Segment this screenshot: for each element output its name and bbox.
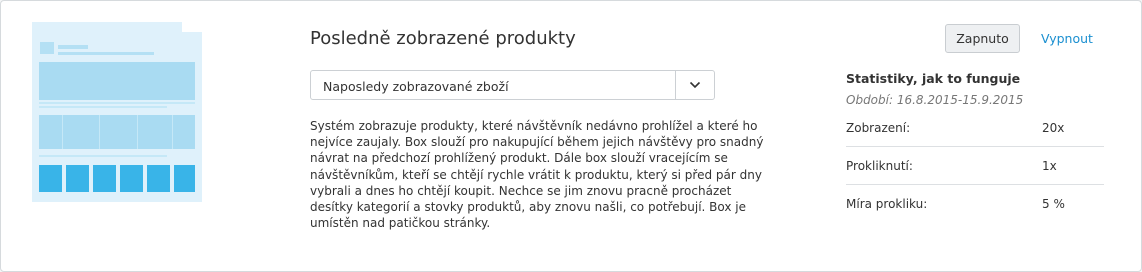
stat-label: Prokliknutí: [846,159,913,173]
page-layout-illustration [32,22,202,202]
box-title: Posledně zobrazené produkty [310,28,576,49]
chevron-down-icon [689,81,701,89]
stat-value: 20x [1042,121,1065,135]
stat-row-clicks: Prokliknutí: 1x [846,149,1104,185]
stat-row-ctr: Míra prokliku: 5 % [846,187,1104,223]
stat-row-views: Zobrazení: 20x [846,111,1104,147]
stat-value: 5 % [1042,197,1065,211]
stat-label: Míra prokliku: [846,197,928,211]
stats-period: Období: 16.8.2015-15.9.2015 [846,93,1024,107]
box-description: Systém zobrazuje produkty, které návštěv… [310,119,764,231]
select-value: Naposledy zobrazované zboží [323,79,509,94]
stats-title: Statistiky, jak to funguje [846,71,1021,86]
enabled-button[interactable]: Zapnuto [945,24,1020,53]
select-toggle-button[interactable] [675,71,714,99]
feature-box-card: Posledně zobrazené produkty Naposledy zo… [0,0,1142,272]
disable-link[interactable]: Vypnout [1041,31,1093,46]
box-variant-select[interactable]: Naposledy zobrazované zboží [310,70,715,100]
stat-value: 1x [1042,159,1057,173]
stat-label: Zobrazení: [846,121,911,135]
